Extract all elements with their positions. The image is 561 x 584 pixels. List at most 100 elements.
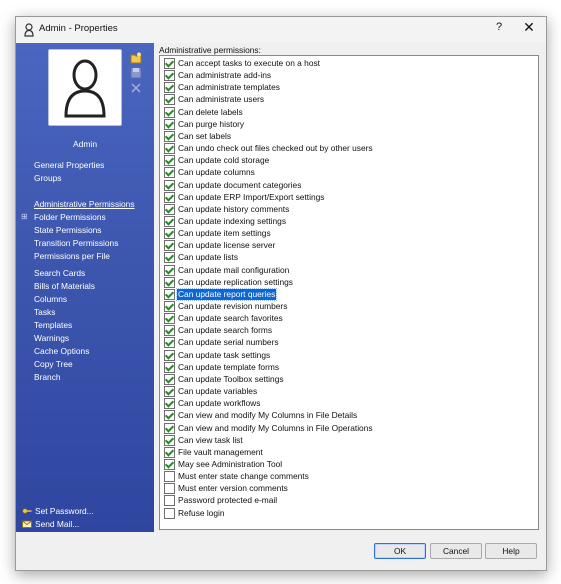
permission-item[interactable]: Can accept tasks to execute on a host [164, 58, 321, 69]
permission-item[interactable]: Can update search forms [164, 325, 273, 337]
permission-checkbox[interactable] [164, 58, 175, 69]
sidebar-item-folder-permissions[interactable]: Folder Permissions [34, 211, 135, 224]
permission-checkbox[interactable] [164, 94, 175, 106]
permission-checkbox[interactable] [164, 155, 175, 167]
permission-checkbox[interactable] [164, 422, 175, 434]
sidebar-item-general-properties[interactable]: General Properties [34, 159, 104, 172]
sidebar-item-state-permissions[interactable]: State Permissions [34, 224, 135, 237]
permission-item[interactable]: Can undo check out files checked out by … [164, 143, 374, 155]
permission-checkbox[interactable] [164, 446, 175, 458]
permission-checkbox[interactable] [164, 143, 175, 155]
permission-checkbox[interactable] [164, 471, 175, 483]
open-picture-icon[interactable] [130, 51, 142, 64]
permission-item[interactable]: Can update task settings [164, 349, 271, 361]
permission-item[interactable]: Can update Toolbox settings [164, 373, 285, 385]
sidebar-item-copy-tree[interactable]: Copy Tree [34, 358, 95, 371]
permission-item[interactable]: Password protected e-mail [164, 495, 278, 507]
permission-item[interactable]: Can update replication settings [164, 276, 294, 288]
sidebar-item-groups[interactable]: Groups [34, 172, 104, 185]
permission-item[interactable]: Can update columns [164, 167, 256, 179]
permission-item[interactable]: Can delete labels [164, 106, 244, 118]
close-button[interactable]: ✕ [522, 19, 536, 36]
permission-checkbox[interactable] [164, 82, 175, 94]
sidebar-item-search-cards[interactable]: Search Cards [34, 267, 95, 280]
cancel-button[interactable]: Cancel [430, 543, 482, 559]
permission-checkbox[interactable] [164, 276, 175, 288]
set-password-link[interactable]: Set Password... [22, 504, 94, 517]
permission-item[interactable]: Can update workflows [164, 398, 261, 410]
permission-checkbox[interactable] [164, 434, 175, 446]
permission-item[interactable]: Can administrate templates [164, 82, 281, 94]
send-mail-link[interactable]: Send Mail... [22, 517, 94, 530]
permission-checkbox[interactable] [164, 337, 175, 349]
permission-checkbox[interactable] [164, 167, 175, 179]
permission-item[interactable]: Can view task list [164, 434, 244, 446]
permission-checkbox[interactable] [164, 288, 175, 300]
permission-item[interactable]: Can purge history [164, 118, 245, 130]
sidebar-item-columns[interactable]: Columns [34, 293, 95, 306]
permission-item[interactable]: Refuse login [164, 507, 226, 519]
sidebar-item-administrative-permissions[interactable]: Administrative Permissions [34, 198, 135, 211]
permissions-list[interactable]: Can accept tasks to execute on a host Can… [159, 55, 539, 530]
help-title-button[interactable]: ? [492, 21, 506, 33]
permission-item[interactable]: Can update lists [164, 252, 239, 264]
permission-item[interactable]: Can administrate add-ins [164, 70, 272, 82]
permission-checkbox[interactable] [164, 264, 175, 276]
ok-button[interactable]: OK [374, 543, 426, 559]
permission-checkbox[interactable] [164, 398, 175, 410]
sidebar-item-templates[interactable]: Templates [34, 319, 95, 332]
permission-checkbox[interactable] [164, 240, 175, 252]
permission-item[interactable]: Can set labels [164, 130, 232, 142]
permission-item[interactable]: Can update revision numbers [164, 301, 288, 312]
permission-item[interactable]: Can update variables [164, 386, 258, 398]
permission-item[interactable]: Can view and modify My Columns in File O… [164, 422, 374, 434]
permission-checkbox[interactable] [164, 349, 175, 361]
help-button[interactable]: Help [485, 543, 537, 559]
sidebar-item-permissions-per-file[interactable]: Permissions per File [34, 250, 135, 263]
permission-checkbox[interactable] [164, 301, 175, 312]
permission-checkbox[interactable] [164, 179, 175, 191]
permission-checkbox[interactable] [164, 325, 175, 337]
permission-item[interactable]: Can update report queries [164, 287, 278, 301]
permission-checkbox[interactable] [164, 483, 175, 495]
expand-icon[interactable]: ⊞ [21, 212, 28, 221]
permission-checkbox[interactable] [164, 228, 175, 240]
permission-item[interactable]: Can update item settings [164, 228, 272, 240]
sidebar-item-cache-options[interactable]: Cache Options [34, 345, 95, 358]
permission-checkbox[interactable] [164, 106, 175, 118]
permission-item[interactable]: Can view and modify My Columns in File D… [164, 410, 358, 422]
permission-checkbox[interactable] [164, 313, 175, 325]
sidebar-item-branch[interactable]: Branch [34, 371, 95, 384]
permission-checkbox[interactable] [164, 361, 175, 373]
permission-checkbox[interactable] [164, 118, 175, 130]
permission-item[interactable]: Can update license server [164, 240, 276, 252]
permission-item[interactable]: Can update template forms [164, 361, 280, 373]
permission-item[interactable]: Can update ERP Import/Export settings [164, 191, 326, 203]
permission-checkbox[interactable] [164, 252, 175, 264]
permission-item[interactable]: Can update search favorites [164, 313, 284, 325]
permission-checkbox[interactable] [164, 507, 175, 519]
delete-picture-icon[interactable] [130, 81, 142, 93]
permission-checkbox[interactable] [164, 70, 175, 82]
sidebar-item-bills-of-materials[interactable]: Bills of Materials [34, 280, 95, 293]
permission-item[interactable]: Can update cold storage [164, 155, 270, 167]
permission-checkbox[interactable] [164, 386, 175, 398]
permission-item[interactable]: Can update serial numbers [164, 337, 280, 349]
permission-checkbox[interactable] [164, 495, 175, 507]
sidebar-item-tasks[interactable]: Tasks [34, 306, 95, 319]
permission-item[interactable]: May see Administration Tool [164, 458, 283, 470]
permission-item[interactable]: Can administrate users [164, 94, 265, 106]
permission-checkbox[interactable] [164, 373, 175, 385]
save-picture-icon[interactable] [130, 66, 142, 79]
permission-checkbox[interactable] [164, 215, 175, 227]
permission-item[interactable]: Must enter version comments [164, 483, 289, 495]
permission-checkbox[interactable] [164, 458, 175, 470]
permission-checkbox[interactable] [164, 410, 175, 422]
sidebar-item-transition-permissions[interactable]: Transition Permissions [34, 237, 135, 250]
permission-checkbox[interactable] [164, 191, 175, 203]
permission-item[interactable]: Can update document categories [164, 179, 302, 191]
permission-item[interactable]: File vault management [164, 446, 264, 458]
permission-item[interactable]: Must enter state change comments [164, 471, 310, 483]
permission-checkbox[interactable] [164, 203, 175, 215]
permission-item[interactable]: Can update history comments [164, 203, 290, 215]
